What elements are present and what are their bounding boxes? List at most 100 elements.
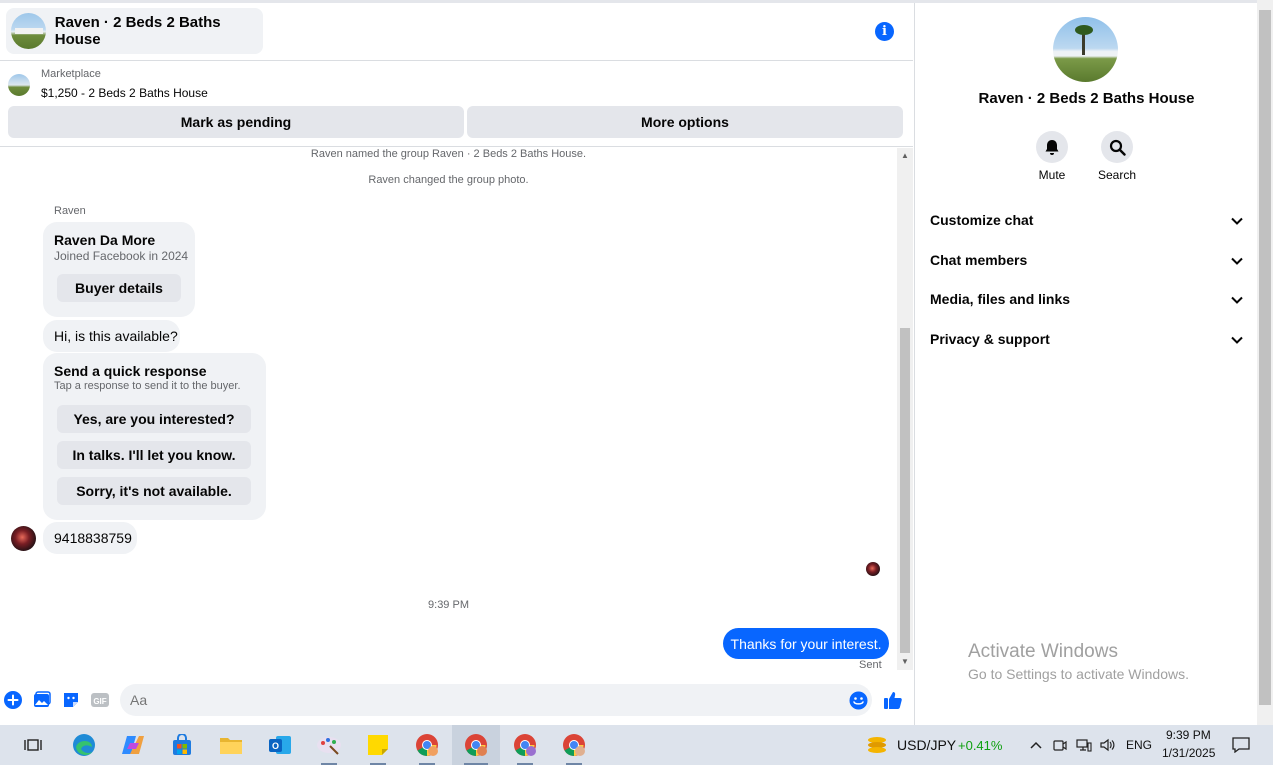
chat-pane: Raven · 2 Beds 2 Baths House i Marketpla…: [0, 3, 913, 725]
chat-details-panel: Raven · 2 Beds 2 Baths House Mute Search…: [914, 3, 1257, 725]
windows-taskbar: O USD/JPY +0.41% ENG 9:39 PM 1/31/2025: [0, 725, 1273, 765]
message-bubble: Hi, is this available?: [43, 320, 180, 352]
quick-response-subtitle: Tap a response to send it to the buyer.: [54, 380, 241, 392]
section-media-files-links[interactable]: Media, files and links: [930, 284, 1243, 314]
read-receipt-avatar: [866, 562, 880, 576]
quick-response-card: Send a quick response Tap a response to …: [43, 353, 266, 520]
sent-status: Sent: [859, 659, 882, 671]
mute-button[interactable]: Mute: [1027, 131, 1077, 182]
clock-date[interactable]: 1/31/2025: [1162, 746, 1215, 760]
message-list: Raven named the group Raven · 2 Beds 2 B…: [0, 148, 897, 671]
paint-icon[interactable]: [313, 725, 345, 765]
watermark-title: Activate Windows: [968, 641, 1118, 662]
section-chat-members[interactable]: Chat members: [930, 245, 1243, 275]
sender-name: Raven: [54, 205, 86, 217]
plus-icon[interactable]: [3, 690, 23, 710]
meet-now-icon[interactable]: [1051, 725, 1069, 765]
bell-icon: [1036, 131, 1068, 163]
chat-scrollbar[interactable]: ▲ ▼: [897, 148, 913, 670]
ticker-change: +0.41%: [958, 738, 1003, 753]
message-input[interactable]: [130, 690, 830, 710]
scroll-thumb[interactable]: [900, 328, 910, 653]
search-label: Search: [1097, 168, 1137, 182]
store-icon[interactable]: [166, 725, 198, 765]
section-label: Privacy & support: [930, 331, 1050, 347]
notifications-icon[interactable]: [1228, 725, 1254, 765]
scroll-down-arrow[interactable]: ▼: [900, 657, 910, 667]
chrome-profile-active-icon[interactable]: [452, 725, 500, 765]
message-bubble: 9418838759: [43, 522, 137, 554]
message-text: Hi, is this available?: [54, 328, 178, 344]
timestamp: 9:39 PM: [428, 599, 469, 611]
quick-response-option[interactable]: Sorry, it's not available.: [57, 477, 251, 505]
language-indicator[interactable]: ENG: [1126, 738, 1152, 752]
scroll-up-arrow[interactable]: ▲: [900, 151, 910, 161]
chevron-down-icon: [1231, 331, 1243, 347]
info-icon[interactable]: i: [875, 22, 894, 41]
listing-title[interactable]: $1,250 - 2 Beds 2 Baths House: [41, 86, 208, 100]
group-avatar: [11, 13, 46, 49]
section-customize-chat[interactable]: Customize chat: [930, 205, 1243, 235]
ticker-name[interactable]: USD/JPY: [897, 737, 956, 753]
watermark-subtitle: Go to Settings to activate Windows.: [968, 666, 1189, 682]
group-photo[interactable]: [1053, 17, 1118, 82]
section-label: Chat members: [930, 252, 1028, 268]
quick-response-option[interactable]: In talks. I'll let you know.: [57, 441, 251, 469]
chat-title-button[interactable]: Raven · 2 Beds 2 Baths House: [6, 8, 263, 54]
composer: GIF: [0, 680, 913, 720]
system-message: Raven named the group Raven · 2 Beds 2 B…: [310, 148, 587, 160]
sent-message-bubble: Thanks for your interest.: [723, 628, 889, 659]
details-title: Raven · 2 Beds 2 Baths House: [978, 90, 1195, 107]
file-explorer-icon[interactable]: [215, 725, 247, 765]
volume-icon[interactable]: [1098, 725, 1118, 765]
sticker-icon[interactable]: [61, 690, 81, 710]
chevron-down-icon: [1231, 291, 1243, 307]
chevron-up-icon[interactable]: [1027, 725, 1045, 765]
listing-source: Marketplace: [41, 68, 101, 80]
edge-icon[interactable]: [68, 725, 100, 765]
palm-fronds: [1075, 25, 1093, 35]
buyer-name: Raven Da More: [54, 232, 156, 248]
profile-card: Raven Da More Joined Facebook in 2024 Bu…: [43, 222, 195, 317]
system-message: Raven changed the group photo.: [368, 174, 529, 186]
sender-avatar[interactable]: [11, 526, 36, 551]
buyer-joined: Joined Facebook in 2024: [54, 249, 189, 263]
sticky-notes-icon[interactable]: [362, 725, 394, 765]
mute-label: Mute: [1038, 168, 1066, 182]
section-label: Media, files and links: [930, 291, 1071, 307]
search-icon: [1101, 131, 1133, 163]
listing-banner: Marketplace $1,250 - 2 Beds 2 Baths Hous…: [0, 62, 913, 147]
chrome-profile-icon[interactable]: [509, 725, 541, 765]
message-text: 9418838759: [54, 530, 132, 546]
chevron-down-icon: [1231, 252, 1243, 268]
message-input-container[interactable]: [120, 684, 872, 716]
activate-windows-watermark: Activate Windows Go to Settings to activ…: [968, 641, 1189, 682]
mark-pending-button[interactable]: Mark as pending: [8, 106, 464, 138]
more-options-button[interactable]: More options: [467, 106, 903, 138]
stock-widget-icon[interactable]: [862, 725, 892, 765]
quick-response-option[interactable]: Yes, are you interested?: [57, 405, 251, 433]
chrome-profile-icon[interactable]: [558, 725, 590, 765]
network-icon[interactable]: [1074, 725, 1094, 765]
page-scrollbar[interactable]: [1257, 0, 1273, 725]
task-view-icon[interactable]: [18, 725, 48, 765]
chrome-icon[interactable]: [411, 725, 443, 765]
quick-response-title: Send a quick response: [54, 363, 207, 379]
page-scroll-thumb[interactable]: [1259, 10, 1271, 705]
messenger-window: Raven · 2 Beds 2 Baths House i Marketpla…: [0, 0, 1273, 725]
svg-text:O: O: [272, 741, 279, 751]
buyer-details-button[interactable]: Buyer details: [57, 274, 181, 302]
photo-icon[interactable]: [32, 690, 52, 710]
chat-header: Raven · 2 Beds 2 Baths House i: [0, 3, 913, 61]
like-thumb-icon[interactable]: [883, 690, 903, 710]
gif-icon[interactable]: GIF: [90, 690, 110, 710]
outlook-icon[interactable]: O: [264, 725, 296, 765]
chat-title: Raven · 2 Beds 2 Baths House: [54, 14, 221, 48]
copilot-icon[interactable]: [117, 725, 149, 765]
section-label: Customize chat: [930, 212, 1034, 228]
search-button[interactable]: Search: [1092, 131, 1142, 182]
section-privacy-support[interactable]: Privacy & support: [930, 324, 1243, 354]
clock-time[interactable]: 9:39 PM: [1166, 728, 1211, 742]
emoji-icon[interactable]: [848, 690, 868, 710]
listing-thumbnail[interactable]: [8, 74, 30, 96]
